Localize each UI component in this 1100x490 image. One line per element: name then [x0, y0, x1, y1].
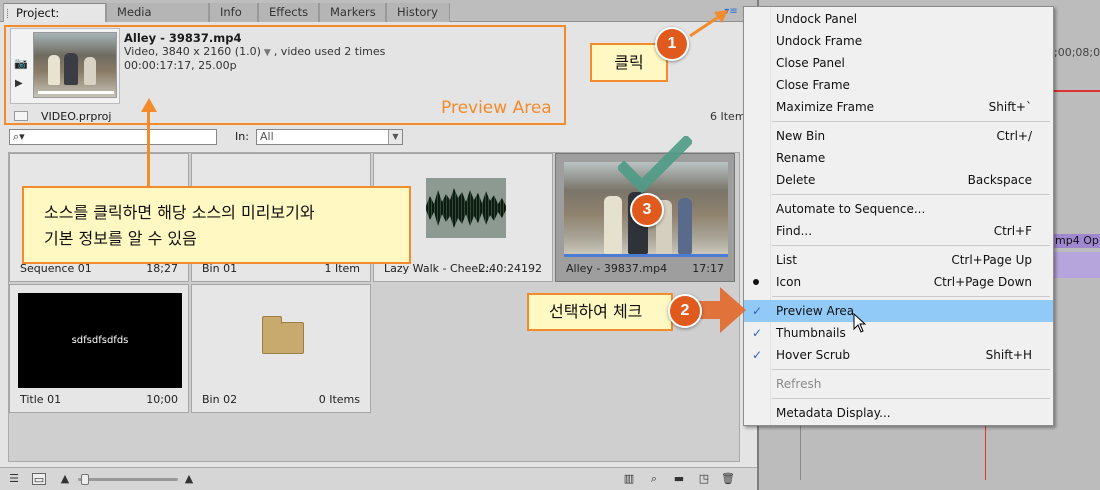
timeline-clip[interactable]: mp4 Op: [1053, 234, 1100, 248]
menu-preview-area[interactable]: ✓ Preview Area: [744, 300, 1053, 322]
menu-rename[interactable]: Rename: [744, 147, 1053, 169]
list-view-icon[interactable]: ☰: [7, 473, 21, 485]
mouse-cursor-icon: [853, 313, 867, 333]
step-badge-3: 3: [630, 193, 664, 227]
menu-new-bin[interactable]: New Bin Ctrl+/: [744, 125, 1053, 147]
chevron-down-icon: ▼: [388, 130, 402, 144]
new-item-icon[interactable]: ◳: [697, 473, 711, 485]
menu-icon[interactable]: Icon Ctrl+Page Down: [744, 271, 1053, 293]
checkmark-icon: [618, 136, 692, 194]
callout-connector: [147, 112, 150, 188]
arrow-to-menu-icon: [689, 10, 728, 38]
tab-markers[interactable]: Markers: [319, 3, 386, 22]
item-bin[interactable]: Bin 02 0 Items: [191, 284, 371, 413]
panel-tab-bar: Project: VIDEO Media Browser Info Effect…: [0, 0, 757, 38]
tab-info[interactable]: Info: [209, 3, 258, 22]
menu-maximize-frame[interactable]: Maximize Frame Shift+`: [744, 96, 1053, 118]
radio-selected-icon: [753, 279, 759, 285]
tab-effects[interactable]: Effects: [258, 3, 319, 22]
checkmark-icon: ✓: [751, 348, 763, 362]
select-callout: 선택하여 체크: [527, 293, 673, 331]
preview-area-label: Preview Area: [441, 98, 552, 118]
bottom-toolbar: ☰ ▭ ▲ ▲ ▥ ⌕ ▬ ◳ 🗑: [0, 467, 757, 490]
search-icon[interactable]: ⌕▾: [13, 130, 25, 144]
find-icon[interactable]: ⌕: [647, 473, 661, 485]
tab-history[interactable]: History: [386, 3, 450, 22]
in-filter-select[interactable]: All ▼: [256, 129, 403, 145]
audio-waveform: [426, 178, 506, 238]
menu-close-frame[interactable]: Close Frame: [744, 74, 1053, 96]
arrow-up-icon: [141, 98, 157, 112]
menu-thumbnails[interactable]: ✓ Thumbnails: [744, 322, 1053, 344]
arrow-right-icon: [698, 287, 746, 333]
zoom-out-icon[interactable]: ▲: [58, 473, 72, 485]
step-badge-2: 2: [668, 294, 702, 328]
checkmark-icon: ✓: [751, 326, 763, 340]
menu-find[interactable]: Find... Ctrl+F: [744, 220, 1053, 242]
menu-metadata-display[interactable]: Metadata Display...: [744, 402, 1053, 424]
tab-media-browser[interactable]: Media Browser: [106, 3, 209, 37]
menu-undock-frame[interactable]: Undock Frame: [744, 30, 1053, 52]
checkmark-icon: ✓: [751, 304, 763, 318]
item-count: 6 Item: [710, 110, 746, 123]
item-title[interactable]: sdfsdfsdfds Title 01 10;00: [9, 284, 189, 413]
folder-icon: [262, 316, 304, 354]
menu-list[interactable]: List Ctrl+Page Up: [744, 249, 1053, 271]
zoom-slider[interactable]: [78, 478, 178, 481]
grip-icon[interactable]: [7, 9, 10, 18]
step-badge-1: 1: [655, 27, 689, 61]
search-input[interactable]: ⌕▾: [9, 129, 217, 145]
menu-hover-scrub[interactable]: ✓ Hover Scrub Shift+H: [744, 344, 1053, 366]
menu-delete[interactable]: Delete Backspace: [744, 169, 1053, 191]
zoom-in-icon[interactable]: ▲: [182, 473, 196, 485]
icon-view-icon[interactable]: ▭: [32, 473, 46, 486]
menu-automate-to-sequence[interactable]: Automate to Sequence...: [744, 198, 1053, 220]
in-label: In:: [235, 130, 249, 143]
zoom-slider-handle[interactable]: [81, 474, 89, 485]
menu-close-panel[interactable]: Close Panel: [744, 52, 1053, 74]
menu-undock-panel[interactable]: Undock Panel: [744, 8, 1053, 30]
timeline-audio-clip[interactable]: [1053, 252, 1100, 278]
title-thumbnail: sdfsdfsdfds: [18, 293, 182, 388]
tab-project[interactable]: Project: VIDEO: [3, 3, 106, 38]
new-bin-icon[interactable]: ▬: [672, 473, 686, 485]
trash-icon[interactable]: 🗑: [721, 473, 735, 485]
work-area-bar: [1053, 90, 1100, 92]
menu-refresh: Refresh: [776, 377, 822, 391]
automate-to-sequence-icon[interactable]: ▥: [622, 473, 636, 485]
panel-context-menu: Undock Panel Undock Frame Close Panel Cl…: [743, 6, 1054, 426]
instruction-callout: 소스를 클릭하면 해당 소스의 미리보기와 기본 정보를 알 수 있음: [22, 186, 411, 264]
